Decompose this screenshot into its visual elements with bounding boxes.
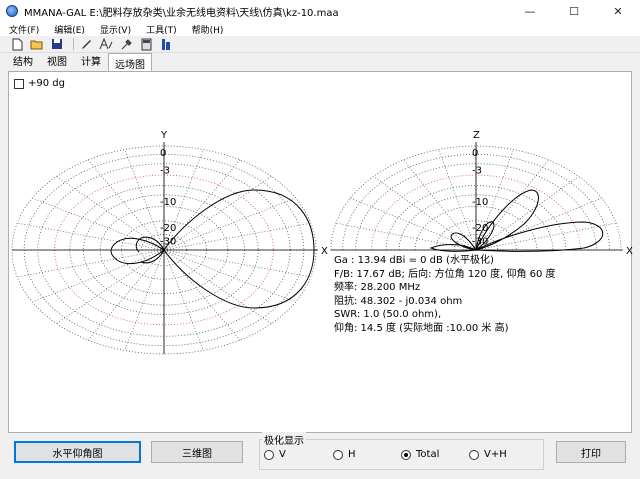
radio-v-plus-h[interactable]: V+H: [469, 449, 507, 460]
mmana-window: MMANA-GAL E:\肥料存放杂类\业余无线电资料\天线\仿真\kz-10.…: [0, 0, 640, 479]
open-folder-icon[interactable]: [29, 37, 45, 51]
frequency-line: 频率: 28.200 MHz: [334, 282, 421, 294]
ring-label: -20: [160, 223, 176, 234]
radio-v-dot[interactable]: [264, 449, 274, 460]
grid-spoke: [350, 197, 477, 251]
tab-strip: 结构 视图 计算 远场图: [6, 53, 152, 71]
print-button[interactable]: 打印: [556, 441, 626, 463]
save-icon[interactable]: [49, 37, 65, 51]
grid-spoke: [403, 159, 477, 251]
horizontal-pattern-plot: YX0-3-10-20-30: [11, 130, 328, 355]
radio-v-label: V: [279, 449, 286, 460]
tab-structure[interactable]: 结构: [6, 51, 40, 71]
far-field-panel: +90 dg Y X 0 -3 -10 -20 -30 Z X 0 -3 -10 -20 -30 Ga …: [8, 71, 633, 433]
ring-label: 0: [472, 148, 478, 159]
grid-spoke: [56, 249, 165, 324]
radio-total-dot[interactable]: [401, 449, 411, 460]
grid-spoke: [163, 222, 311, 251]
grid-spoke: [17, 249, 165, 278]
vertical-axis-label: Y: [160, 130, 168, 141]
radio-h-label: H: [348, 449, 356, 460]
antenna-icon[interactable]: [158, 37, 174, 51]
front-back-line: F/B: 17.67 dB; 后向: 方位角 120 度, 仰角 60 度: [334, 268, 556, 280]
horizontal-axis-label: X: [626, 246, 633, 257]
app-icon: [6, 5, 18, 17]
impedance-line: 阻抗: 48.302 - j0.034 ohm: [334, 295, 463, 307]
horizontal-axis-label: X: [321, 246, 328, 257]
text-edit-icon[interactable]: [98, 37, 114, 51]
horizontal-elevation-button[interactable]: 水平仰角图: [14, 441, 141, 463]
elevation-line: 仰角: 14.5 度 (实际地面 :10.00 米 高): [334, 322, 509, 334]
close-button[interactable]: ✕: [596, 0, 640, 22]
gain-line: Ga : 13.94 dBi = 0 dB (水平极化): [334, 255, 494, 266]
grid-spoke: [17, 222, 165, 251]
grid-spoke: [56, 176, 165, 251]
pencil-icon[interactable]: [78, 37, 94, 51]
ring-label: -3: [472, 166, 482, 177]
ring-label: -10: [160, 197, 176, 208]
ring-label: -10: [472, 197, 488, 208]
radio-total[interactable]: Total: [401, 449, 439, 460]
vertical-axis-label: Z: [473, 130, 480, 141]
minimize-button[interactable]: —: [508, 0, 552, 22]
grid-spoke: [475, 222, 617, 251]
title-bar[interactable]: MMANA-GAL E:\肥料存放杂类\业余无线电资料\天线\仿真\kz-10.…: [0, 0, 640, 22]
grid-spoke: [163, 176, 272, 251]
maximize-button[interactable]: ☐: [552, 0, 596, 22]
grid-spoke: [32, 249, 165, 303]
pattern-info: Ga : 13.94 dBi = 0 dB (水平极化) F/B: 17.67 …: [334, 254, 556, 336]
radio-h-dot[interactable]: [333, 449, 343, 460]
calculator-icon[interactable]: [138, 37, 154, 51]
radio-total-label: Total: [416, 449, 440, 460]
ring-label: -3: [160, 166, 170, 177]
swr-line: SWR: 1.0 (50.0 ohm),: [334, 309, 442, 321]
tab-view[interactable]: 视图: [40, 51, 74, 71]
tab-calculate[interactable]: 计算: [74, 51, 108, 71]
window-title: MMANA-GAL E:\肥料存放杂类\业余无线电资料\天线\仿真\kz-10.…: [24, 7, 339, 19]
far-field-plots: YX0-3-10-20-30 ZX0-3-10-20-30: [11, 130, 633, 355]
menu-tools[interactable]: 工具(T): [137, 23, 183, 36]
new-file-icon[interactable]: [9, 37, 25, 51]
grid-spoke: [475, 197, 602, 251]
grid-spoke: [87, 159, 165, 251]
radio-v[interactable]: V: [264, 449, 286, 460]
radio-vh-dot[interactable]: [469, 449, 479, 460]
tab-far-field[interactable]: 远场图: [108, 53, 152, 71]
polarization-title: 极化显示: [262, 432, 306, 447]
grid-spoke: [163, 249, 272, 324]
grid-spoke: [163, 249, 204, 351]
radio-h[interactable]: H: [333, 449, 356, 460]
menu-help[interactable]: 帮助(H): [183, 23, 230, 36]
menu-view[interactable]: 显示(V): [91, 23, 137, 36]
3d-view-button[interactable]: 三维图: [151, 441, 243, 463]
ring-label: 0: [160, 148, 166, 159]
vertical-pattern-plot: ZX0-3-10-20-30: [330, 130, 633, 257]
menu-file[interactable]: 文件(F): [0, 23, 45, 36]
grid-spoke: [163, 197, 296, 251]
toolbar-separator: [73, 38, 74, 50]
grid-spoke: [373, 176, 477, 251]
menu-edit[interactable]: 编辑(E): [45, 23, 91, 36]
tools-icon[interactable]: [118, 37, 134, 51]
menu-bar: 文件(F) 编辑(E) 显示(V) 工具(T) 帮助(H): [0, 22, 640, 36]
radiation-pattern: [110, 189, 315, 309]
radio-vh-label: V+H: [484, 449, 507, 460]
grid-spoke: [475, 176, 579, 251]
